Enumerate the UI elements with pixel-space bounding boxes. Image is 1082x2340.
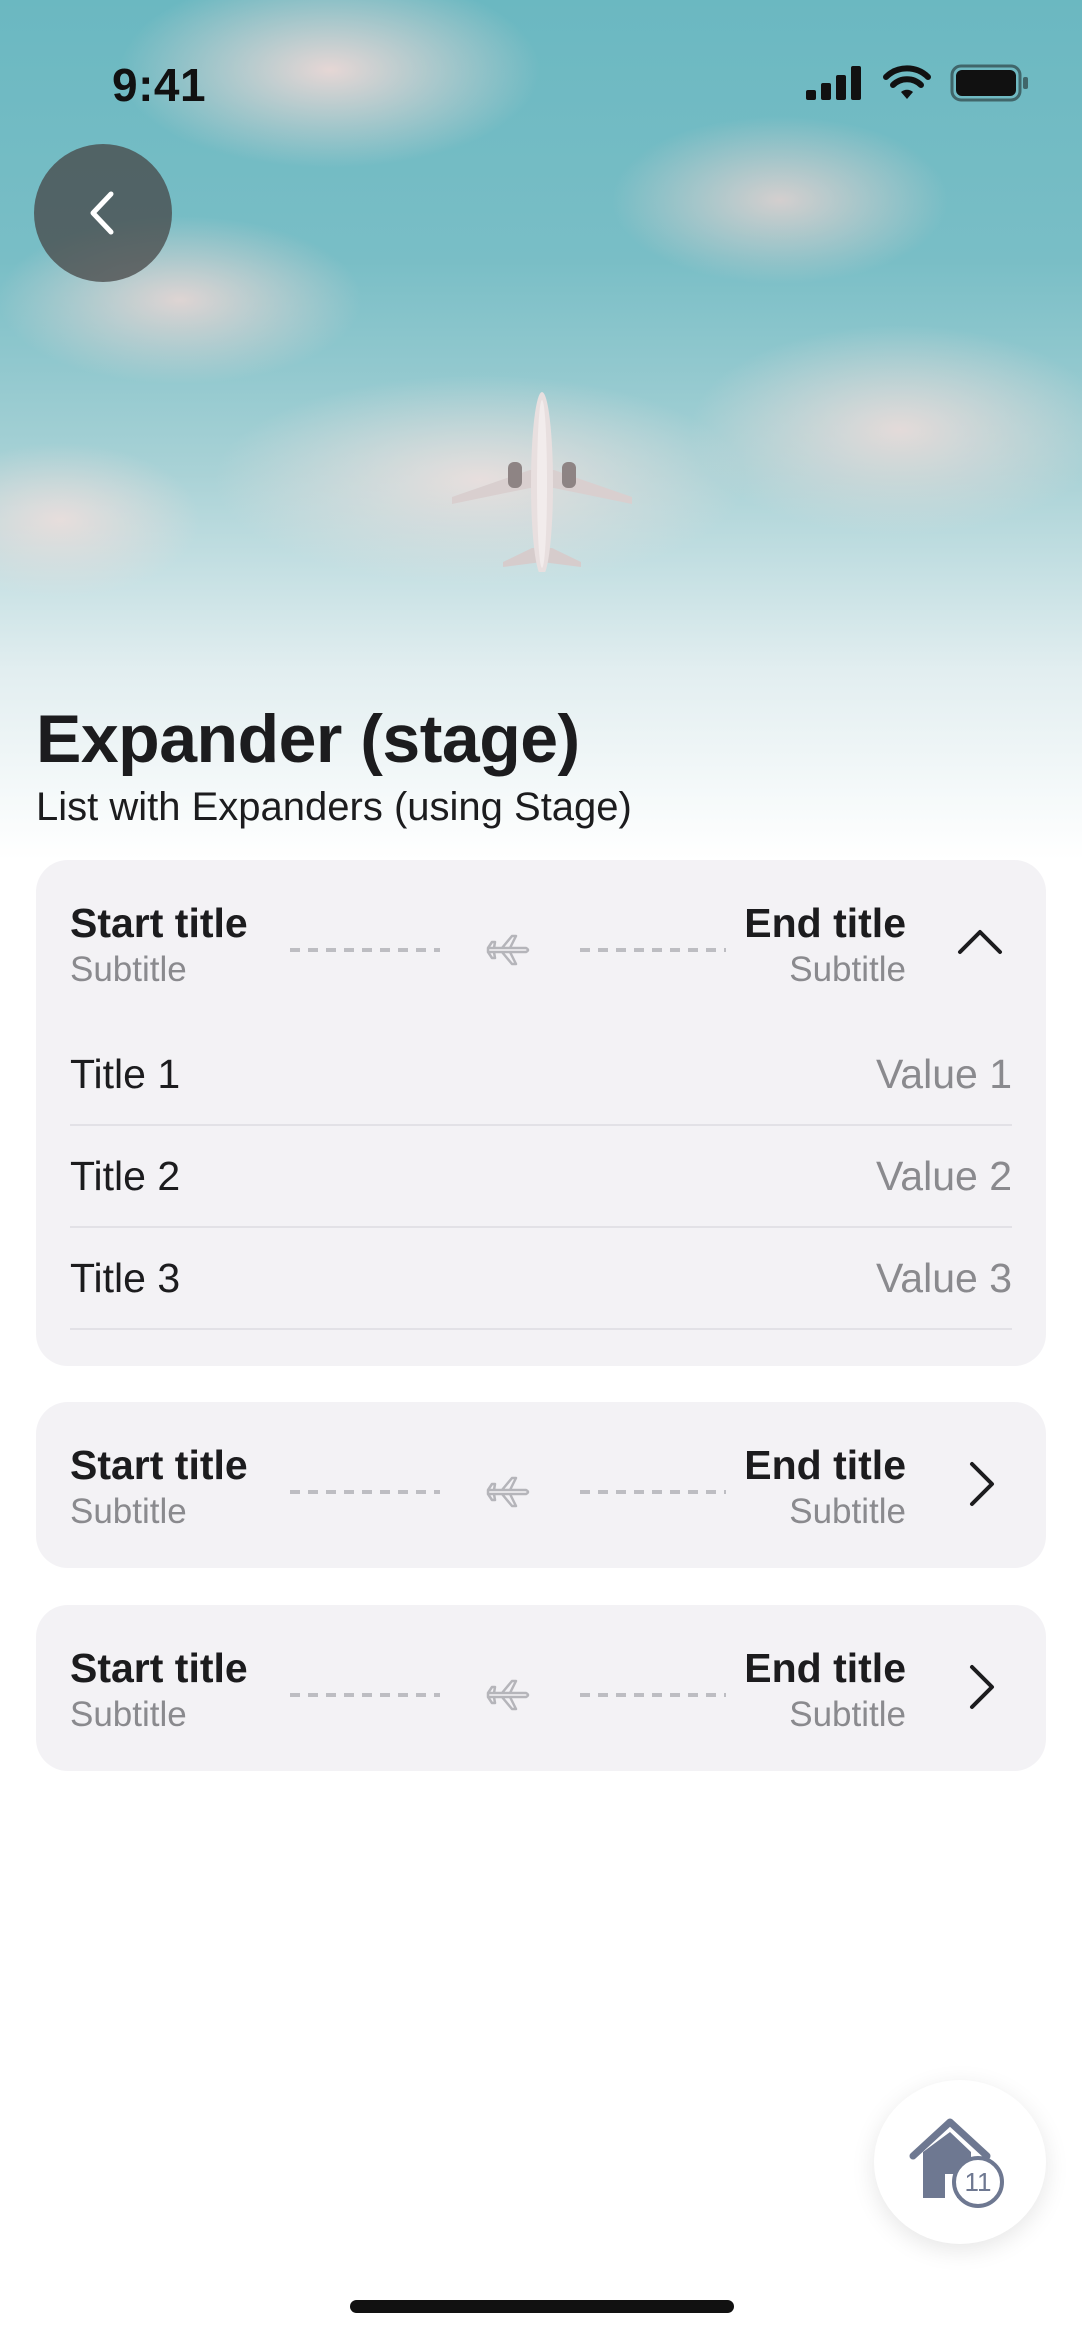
row-value: Value 2: [875, 1152, 1012, 1199]
end-block: End title Subtitle: [744, 898, 906, 992]
end-subtitle: Subtitle: [789, 1492, 906, 1531]
list-item: Title 2 Value 2: [70, 1126, 1012, 1228]
airplane-route-icon: [486, 934, 530, 966]
wifi-icon: [883, 65, 931, 99]
end-subtitle: Subtitle: [789, 950, 906, 989]
expander-card: Start title Subtitle End title Subtitle …: [36, 860, 1046, 1366]
expander-header[interactable]: Start title Subtitle End title Subtitle: [36, 860, 1046, 1024]
end-block: End title Subtitle: [744, 1643, 906, 1737]
route-line: [290, 1476, 726, 1508]
start-subtitle: Subtitle: [70, 1695, 187, 1734]
end-subtitle: Subtitle: [789, 1695, 906, 1734]
expander-card[interactable]: Start title Subtitle End title Subtitle: [36, 1402, 1046, 1568]
start-block: Start title Subtitle: [70, 1440, 248, 1534]
route-line: [290, 1679, 726, 1711]
expander-header[interactable]: Start title Subtitle End title Subtitle: [36, 1402, 1046, 1566]
list-item: Title 1 Value 1: [70, 1024, 1012, 1126]
status-icons: [806, 64, 1030, 102]
start-title: Start title: [70, 1645, 248, 1691]
home-icon: 11: [909, 2118, 1004, 2208]
end-block: End title Subtitle: [744, 1440, 906, 1534]
row-title: Title 3: [70, 1254, 181, 1301]
page-title: Expander (stage): [36, 701, 580, 777]
chevron-right-icon[interactable]: [954, 1661, 1006, 1713]
home-button[interactable]: 11: [874, 2080, 1046, 2244]
end-title: End title: [744, 1442, 906, 1488]
row-title: Title 2: [70, 1152, 181, 1199]
expander-content: Title 1 Value 1 Title 2 Value 2 Title 3 …: [36, 1024, 1046, 1366]
home-indicator: [350, 2300, 734, 2313]
cellular-signal-icon: [806, 66, 861, 100]
back-button[interactable]: [34, 144, 172, 282]
list-item: Title 3 Value 3: [70, 1228, 1012, 1330]
airplane-route-icon: [486, 1476, 530, 1508]
end-title: End title: [744, 900, 906, 946]
battery-icon: [950, 64, 1028, 102]
start-block: Start title Subtitle: [70, 898, 248, 992]
chevron-up-icon[interactable]: [954, 916, 1006, 968]
airplane-image: [452, 392, 632, 572]
end-title: End title: [744, 1645, 906, 1691]
start-subtitle: Subtitle: [70, 1492, 187, 1531]
start-title: Start title: [70, 1442, 248, 1488]
page-subtitle: List with Expanders (using Stage): [36, 785, 632, 829]
expander-card[interactable]: Start title Subtitle End title Subtitle: [36, 1605, 1046, 1771]
chevron-right-icon[interactable]: [954, 1458, 1006, 1510]
chevron-left-icon: [90, 191, 114, 235]
row-value: Value 3: [875, 1254, 1012, 1301]
airplane-route-icon: [486, 1679, 530, 1711]
start-block: Start title Subtitle: [70, 1643, 248, 1737]
start-subtitle: Subtitle: [70, 950, 187, 989]
row-value: Value 1: [875, 1050, 1012, 1097]
route-line: [290, 934, 726, 966]
expander-header[interactable]: Start title Subtitle End title Subtitle: [36, 1605, 1046, 1769]
home-badge: 11: [965, 2167, 992, 2197]
status-time: 9:41: [112, 59, 207, 111]
row-title: Title 1: [70, 1050, 181, 1097]
start-title: Start title: [70, 900, 248, 946]
